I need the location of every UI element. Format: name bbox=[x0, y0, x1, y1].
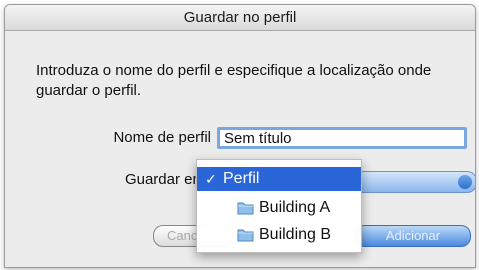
menu-item-label: Building B bbox=[259, 226, 332, 243]
profile-name-label: Nome de perfil bbox=[113, 129, 211, 146]
menu-item-building-b[interactable]: Building B bbox=[197, 223, 361, 247]
menu-item-perfil[interactable]: ✓ Perfil bbox=[197, 167, 361, 191]
checkmark-icon: ✓ bbox=[205, 171, 217, 187]
menu-item-label: Building A bbox=[259, 199, 331, 216]
popup-arrows-icon bbox=[458, 175, 472, 189]
folder-icon bbox=[237, 229, 254, 242]
dialog-message: Introduza o nome do perfil e especifique… bbox=[36, 62, 432, 99]
profile-name-input[interactable] bbox=[217, 127, 467, 149]
save-location-menu: ✓ Perfil Building A Building B bbox=[196, 159, 362, 253]
folder-icon bbox=[237, 202, 254, 215]
add-button[interactable]: Adicionar bbox=[355, 225, 471, 247]
menu-item-building-a[interactable]: Building A bbox=[197, 196, 361, 220]
save-location-label: Guardar em bbox=[124, 171, 205, 188]
dialog-title: Guardar no perfil bbox=[5, 5, 475, 31]
menu-item-label: Perfil bbox=[223, 170, 260, 187]
